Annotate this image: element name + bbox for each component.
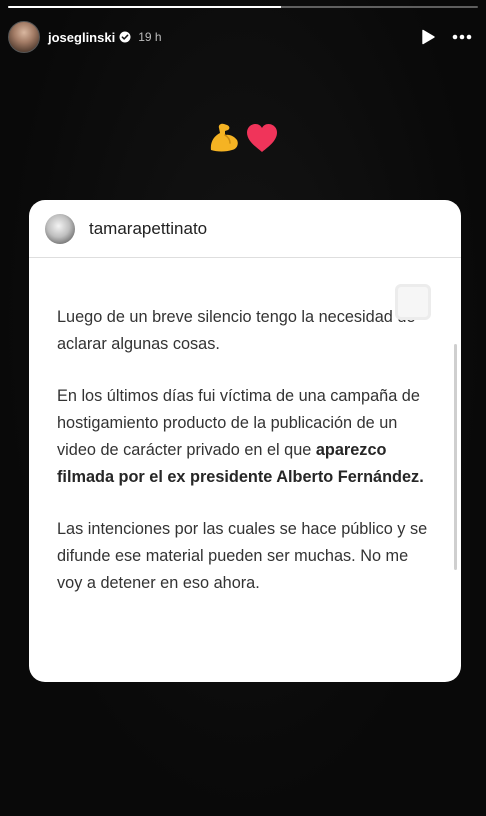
- verified-badge-icon: [119, 31, 131, 43]
- post-paragraph-2: En los últimos días fui víctima de una c…: [57, 383, 431, 491]
- story-viewer[interactable]: joseglinski 19 h tamarapettinato Luego d…: [0, 0, 486, 816]
- copy-icon: [395, 284, 431, 320]
- story-progress-bar: [8, 6, 478, 8]
- post-paragraph-1: Luego de un breve silencio tengo la nece…: [57, 308, 416, 353]
- flexed-biceps-icon: [210, 123, 238, 152]
- post-header: tamarapettinato: [29, 200, 461, 258]
- post-body: Luego de un breve silencio tengo la nece…: [29, 258, 461, 597]
- post-username[interactable]: tamarapettinato: [89, 219, 207, 239]
- avatar[interactable]: [8, 21, 40, 53]
- scrollbar[interactable]: [454, 344, 457, 570]
- story-progress-fill: [8, 6, 281, 8]
- red-heart-icon: [247, 124, 277, 152]
- post-paragraph-3: Las intenciones por las cuales se hace p…: [57, 520, 428, 592]
- story-username[interactable]: joseglinski: [48, 30, 115, 45]
- more-options-icon[interactable]: [452, 34, 472, 40]
- play-icon[interactable]: [420, 29, 436, 45]
- reshared-post-card[interactable]: tamarapettinato Luego de un breve silenc…: [29, 200, 461, 682]
- story-timestamp: 19 h: [138, 30, 162, 44]
- emoji-sticker: [0, 118, 486, 158]
- story-header: joseglinski 19 h: [8, 20, 478, 54]
- post-avatar[interactable]: [45, 213, 75, 244]
